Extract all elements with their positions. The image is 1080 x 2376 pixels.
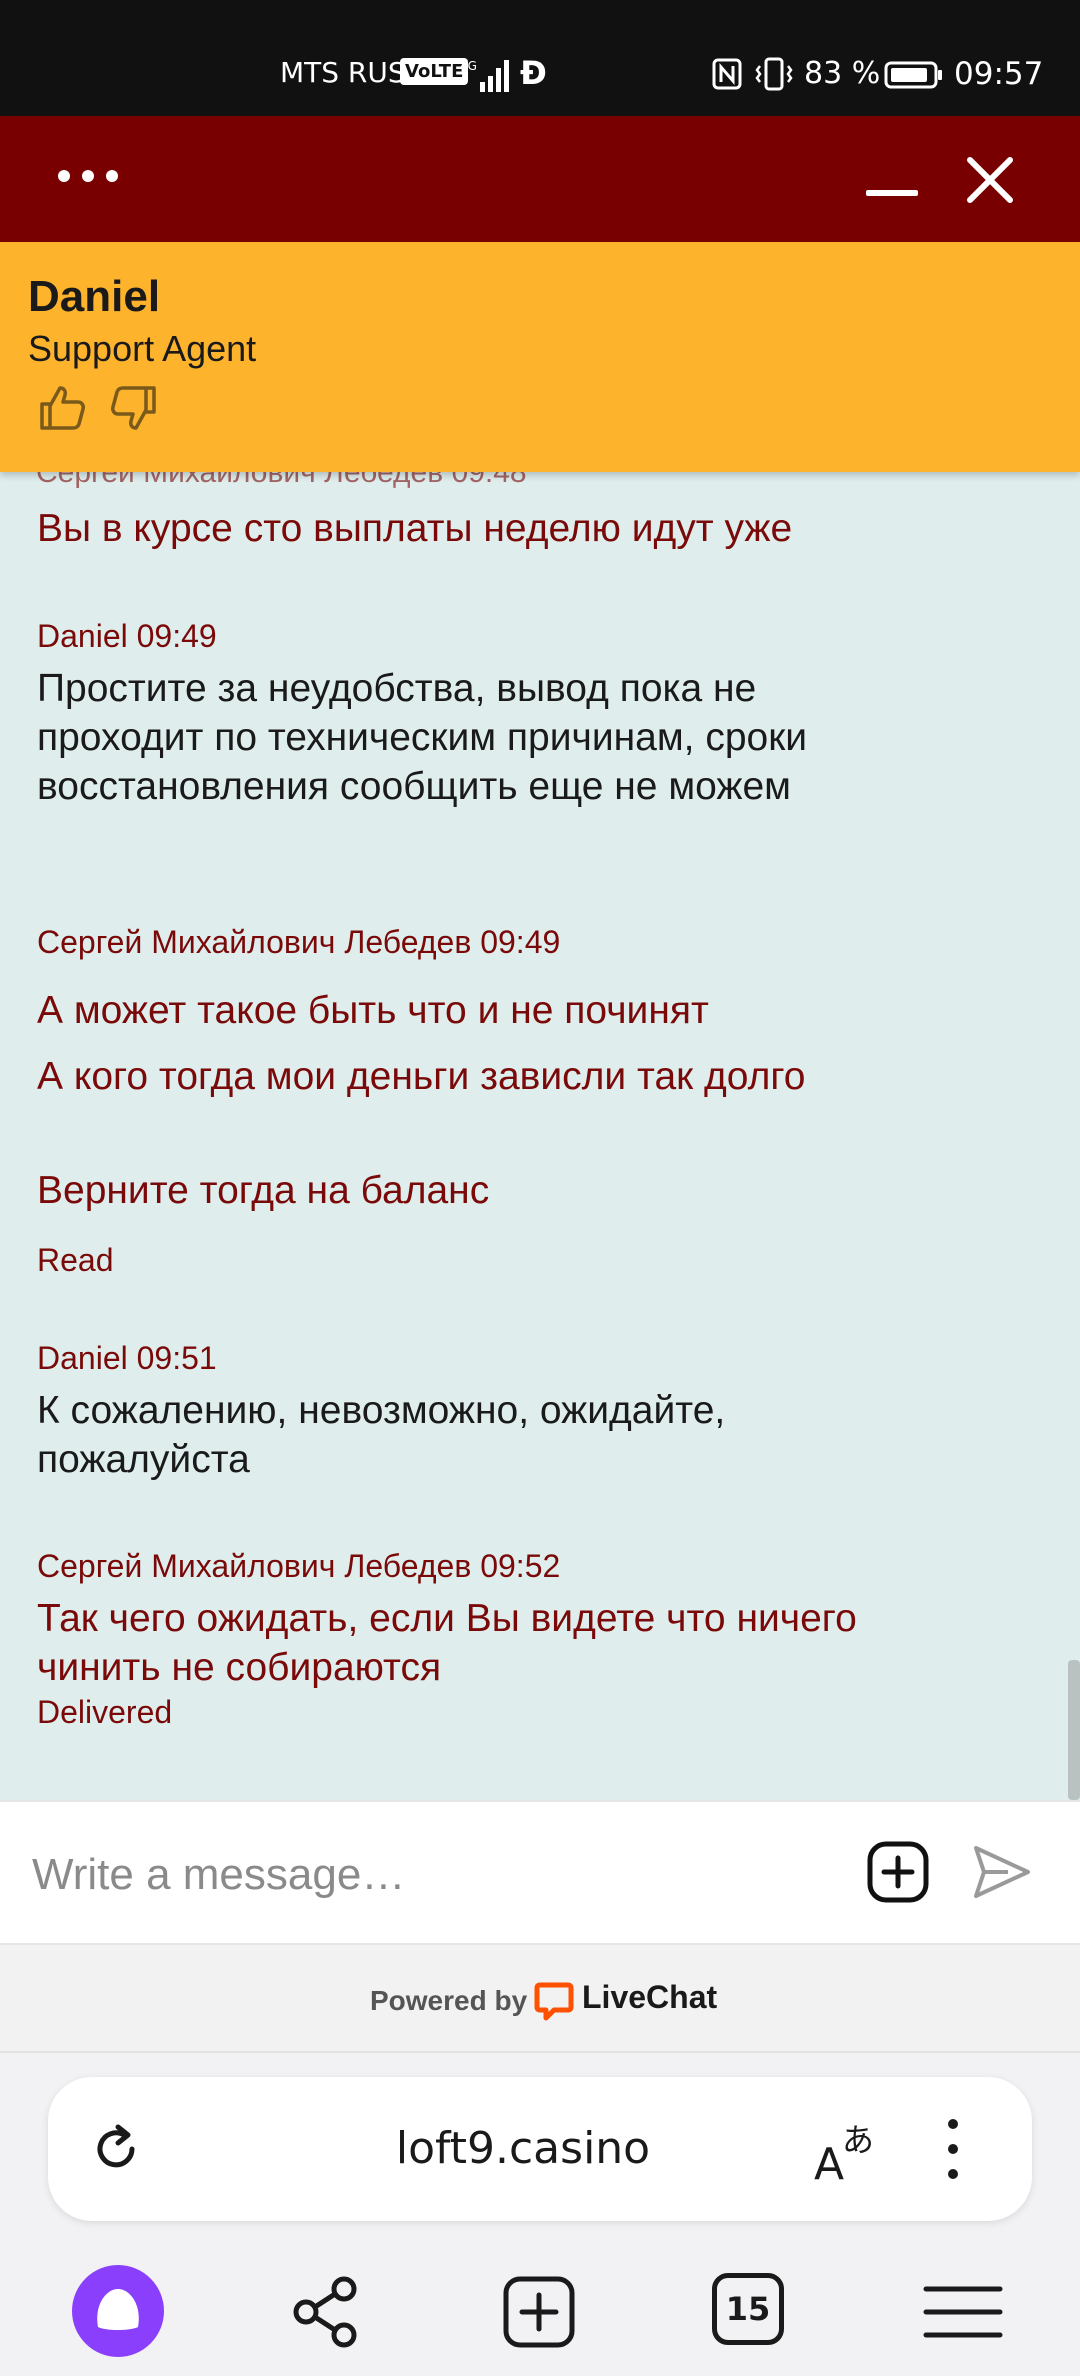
message-composer bbox=[0, 1800, 1080, 1945]
visitor-message: А кого тогда мои деньги зависли так долг… bbox=[37, 1055, 806, 1098]
new-tab-icon[interactable] bbox=[494, 2267, 584, 2357]
send-icon[interactable] bbox=[968, 1838, 1036, 1906]
kebab-menu-icon[interactable] bbox=[938, 2119, 968, 2179]
more-dots-icon[interactable] bbox=[58, 164, 124, 188]
volte-badge: VoLTE bbox=[400, 58, 469, 85]
agent-message: К сожалению, невозможно, ожидайте, пожал… bbox=[37, 1389, 726, 1481]
battery-icon bbox=[884, 61, 942, 89]
chat-header bbox=[0, 116, 1080, 242]
attach-plus-icon[interactable] bbox=[864, 1838, 932, 1906]
hamburger-menu-icon[interactable] bbox=[918, 2267, 1008, 2357]
svg-text:A: A bbox=[814, 2139, 844, 2185]
carrier-label: MTS RUS bbox=[280, 56, 406, 89]
tabs-icon[interactable]: 15 bbox=[712, 2273, 784, 2345]
agent-message-meta: Daniel 09:51 bbox=[37, 1340, 217, 1376]
minimize-icon[interactable] bbox=[862, 156, 922, 206]
message-input[interactable] bbox=[32, 1840, 812, 1910]
vibrate-icon bbox=[755, 57, 793, 91]
visitor-message: Вы в курсе сто выплаты неделю идут уже bbox=[37, 507, 793, 550]
livechat-brand[interactable]: LiveChat bbox=[582, 1979, 717, 2016]
reload-icon[interactable] bbox=[88, 2121, 144, 2177]
agent-name: Daniel bbox=[28, 272, 161, 321]
agent-info-bar: Daniel Support Agent bbox=[0, 242, 1080, 472]
agent-message-meta: Daniel 09:49 bbox=[37, 618, 217, 654]
battery-percent: 83 % bbox=[804, 56, 881, 91]
clock: 09:57 bbox=[954, 56, 1044, 92]
translate-icon[interactable]: A あ bbox=[810, 2113, 882, 2185]
data-saver-icon: Đ bbox=[520, 54, 547, 92]
thumbs-down-icon[interactable] bbox=[108, 382, 160, 434]
visitor-message: Так чего ожидать, если Вы видете что нич… bbox=[37, 1597, 857, 1689]
svg-text:4G: 4G bbox=[460, 59, 477, 73]
visitor-message: Верните тогда на баланс bbox=[37, 1169, 490, 1212]
read-status: Read bbox=[37, 1242, 114, 1278]
nfc-icon bbox=[712, 58, 742, 90]
partial-message-meta: Сергей Михайлович Лебедев 09:48 bbox=[36, 472, 527, 489]
delivered-status: Delivered bbox=[37, 1694, 173, 1730]
powered-by-label: Powered by bbox=[370, 1985, 528, 2016]
status-bar: MTS RUS VoLTE 4G Đ 83 % 09:57 bbox=[0, 0, 1080, 116]
thumbs-up-icon[interactable] bbox=[36, 382, 88, 434]
message-list[interactable]: Сергей Михайлович Лебедев 09:48 Вы в кур… bbox=[0, 472, 1080, 1800]
visitor-message-meta: Сергей Михайлович Лебедев 09:49 bbox=[37, 924, 561, 960]
address-bar[interactable]: loft9.casino A あ bbox=[48, 2077, 1032, 2221]
browser-toolbar: loft9.casino A あ 15 bbox=[0, 2053, 1080, 2376]
share-icon[interactable] bbox=[282, 2267, 372, 2357]
close-icon[interactable] bbox=[962, 152, 1018, 208]
scrollbar-thumb[interactable] bbox=[1068, 1660, 1080, 1800]
alice-icon[interactable] bbox=[72, 2265, 164, 2357]
agent-message: Простите за неудобства, вывод пока не пр… bbox=[37, 667, 808, 808]
livechat-logo-icon[interactable] bbox=[534, 1981, 574, 2021]
powered-by-bar: Powered by LiveChat bbox=[0, 1945, 1080, 2053]
visitor-message: А может такое быть что и не починят bbox=[37, 989, 709, 1032]
agent-role: Support Agent bbox=[28, 328, 257, 369]
visitor-message-meta: Сергей Михайлович Лебедев 09:52 bbox=[37, 1548, 561, 1584]
svg-text:あ: あ bbox=[842, 2121, 874, 2159]
signal-icon: 4G bbox=[460, 59, 509, 92]
url-text[interactable]: loft9.casino bbox=[348, 2123, 698, 2174]
browser-nav-row: 15 bbox=[0, 2253, 1080, 2373]
